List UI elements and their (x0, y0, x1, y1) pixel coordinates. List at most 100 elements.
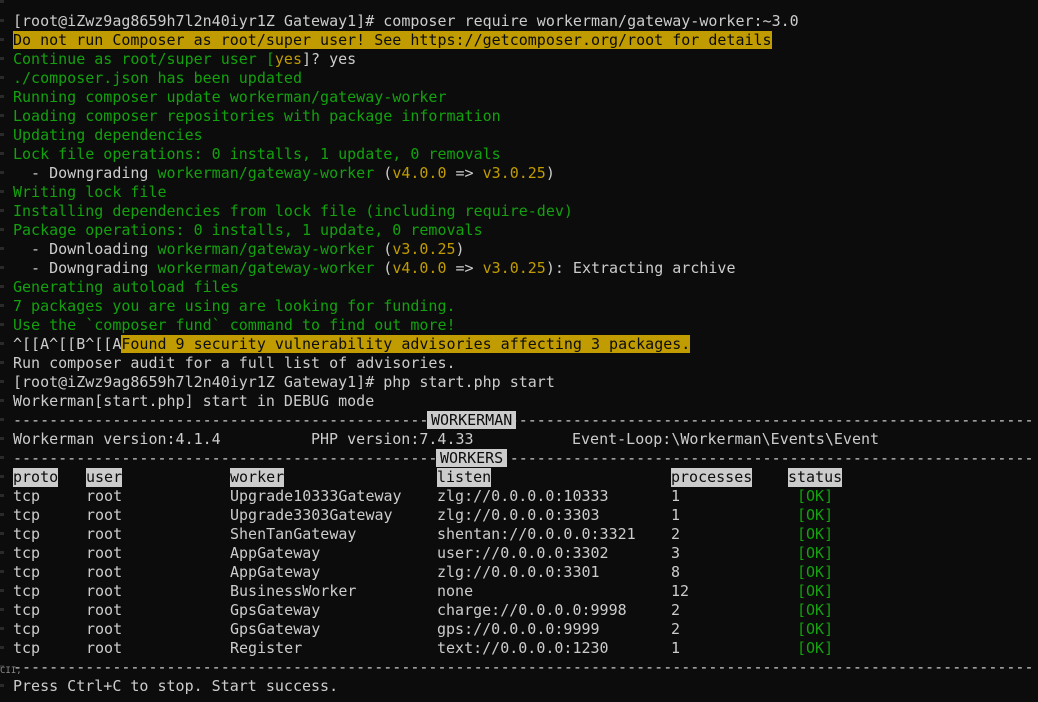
cell-proto: tcp (13, 525, 41, 543)
downgrade-line: - Downgrading workerman/gateway-worker (… (13, 164, 555, 182)
cell-user: root (86, 601, 123, 619)
cell-listen: shentan://0.0.0.0:3321 (437, 525, 636, 543)
log-line: Loading composer repositories with packa… (13, 107, 501, 125)
cell-processes: 3 (671, 544, 681, 562)
cell-worker: Upgrade3303Gateway (230, 506, 393, 524)
cell-status: [OK] (797, 563, 834, 581)
cell-listen: charge://0.0.0.0:9998 (437, 601, 627, 619)
cell-proto: tcp (13, 582, 41, 600)
cell-user: root (86, 506, 123, 524)
terminal-output[interactable]: [root@iZwz9ag8659h7l2n40iyr1Z Gateway1]#… (13, 12, 1033, 696)
workers-section-label: WORKERS (436, 449, 508, 467)
cell-worker: ShenTanGateway (230, 525, 357, 543)
table-row: tcp root GpsGateway gps://0.0.0.0:9999 2 [OK] (13, 620, 1033, 639)
cell-status: [OK] (797, 639, 834, 657)
shell-prompt-command: [root@iZwz9ag8659h7l2n40iyr1Z Gateway1]#… (13, 12, 799, 30)
cell-processes: 2 (671, 620, 681, 638)
default-answer: yes (274, 50, 302, 68)
cell-processes: 1 (671, 487, 681, 505)
cell-processes: 8 (671, 563, 681, 581)
table-row: tcp root ShenTanGateway shentan://0.0.0.0:3… (13, 525, 1033, 544)
col-processes-header: processes (671, 468, 753, 487)
continue-prompt: Continue as root/super user [yes]? yes (13, 50, 357, 68)
col-listen-header: listen (437, 468, 492, 487)
cell-user: root (86, 639, 123, 657)
version-line: Workerman version:4.1.4 PHP version:7.4.… (13, 430, 1033, 449)
cell-user: root (86, 620, 123, 638)
log-line: ./composer.json has been updated (13, 69, 302, 87)
cell-processes: 1 (671, 639, 681, 657)
cell-listen: gps://0.0.0.0:9999 (437, 620, 600, 638)
cell-worker: AppGateway (230, 544, 321, 562)
scrollback-gutter (0, 0, 4, 702)
table-bottom-separator: ----------------------------------------… (13, 658, 1033, 676)
workerman-section-label: WORKERMAN (427, 411, 517, 429)
cell-user: root (86, 563, 123, 581)
event-loop: Event-Loop:\Workerman\Events\Event (572, 430, 880, 448)
cell-proto: tcp (13, 601, 41, 619)
cell-worker: GpsGateway (230, 620, 321, 638)
col-status-header: status (788, 468, 843, 487)
col-proto-header: proto (13, 468, 59, 487)
log-line: Package operations: 0 installs, 1 update… (13, 221, 483, 239)
cell-listen: zlg://0.0.0.0:10333 (437, 487, 609, 505)
col-user-header: user (86, 468, 123, 487)
cell-worker: Upgrade10333Gateway (230, 487, 402, 505)
cell-user: root (86, 544, 123, 562)
cell-processes: 12 (671, 582, 690, 600)
log-line: Lock file operations: 0 installs, 1 upda… (13, 145, 501, 163)
table-header: proto user worker listen processes statu… (13, 468, 1033, 487)
workerman-separator: ----------------------------------------… (13, 411, 1033, 430)
table-row: tcp root Upgrade10333Gateway zlg://0.0.0.0:… (13, 487, 1033, 506)
cell-status: [OK] (797, 544, 834, 562)
cell-processes: 2 (671, 525, 681, 543)
cell-listen: user://0.0.0.0:3302 (437, 544, 609, 562)
cell-worker: GpsGateway (230, 601, 321, 619)
cell-listen: zlg://0.0.0.0:3303 (437, 506, 600, 524)
debug-mode-line: Workerman[start.php] start in DEBUG mode (13, 392, 375, 410)
cell-proto: tcp (13, 506, 41, 524)
php-version: PHP version:7.4.33 (311, 430, 474, 448)
advisory-warning: Found 9 security vulnerability advisorie… (121, 335, 691, 353)
root-warning: Do not run Composer as root/super user! … (13, 31, 772, 49)
cell-worker: AppGateway (230, 563, 321, 581)
table-row: tcp root Register text://0.0.0.0:1230 1 [OK] (13, 639, 1033, 658)
start-success-line: Press Ctrl+C to stop. Start success. (13, 677, 339, 695)
log-line: Running composer update workerman/gatewa… (13, 88, 447, 106)
log-line: Run composer audit for a full list of ad… (13, 354, 456, 372)
log-line: 7 packages you are using are looking for… (13, 297, 456, 315)
log-line: Writing lock file (13, 183, 167, 201)
cell-listen: text://0.0.0.0:1230 (437, 639, 609, 657)
cell-user: root (86, 582, 123, 600)
log-line: Use the `composer fund` command to find … (13, 316, 456, 334)
workerman-version: Workerman version:4.1.4 (13, 430, 221, 448)
cell-status: [OK] (797, 487, 834, 505)
escape-sequence: ^[[A^[[B^[[A (13, 335, 122, 353)
table-row: tcp root GpsGateway charge://0.0.0.0:9998 2 [… (13, 601, 1033, 620)
cell-processes: 1 (671, 506, 681, 524)
cell-status: [OK] (797, 525, 834, 543)
cell-proto: tcp (13, 639, 41, 657)
advisory-line: ^[[A^[[B^[[AFound 9 security vulnerabili… (13, 335, 1033, 354)
cell-proto: tcp (13, 544, 41, 562)
cell-user: root (86, 487, 123, 505)
cell-status: [OK] (797, 506, 834, 524)
table-row: tcp root AppGateway zlg://0.0.0.0:3301 8 [OK] (13, 563, 1033, 582)
cell-status: [OK] (797, 620, 834, 638)
table-row: tcp root Upgrade3303Gateway zlg://0.0.0.0:3… (13, 506, 1033, 525)
log-line: Installing dependencies from lock file (… (13, 202, 573, 220)
cell-worker: BusinessWorker (230, 582, 357, 600)
cell-proto: tcp (13, 620, 41, 638)
col-worker-header: worker (230, 468, 285, 487)
table-row: tcp root BusinessWorker none 12 [OK] (13, 582, 1033, 601)
cell-status: [OK] (797, 582, 834, 600)
extract-line: - Downgrading workerman/gateway-worker (… (13, 259, 736, 277)
shell-prompt-command: [root@iZwz9ag8659h7l2n40iyr1Z Gateway1]#… (13, 373, 555, 391)
cell-user: root (86, 525, 123, 543)
download-line: - Downloading workerman/gateway-worker (… (13, 240, 465, 258)
cell-proto: tcp (13, 487, 41, 505)
cell-listen: zlg://0.0.0.0:3301 (437, 563, 600, 581)
cell-processes: 2 (671, 601, 681, 619)
log-line: Generating autoload files (13, 278, 239, 296)
cell-status: [OK] (797, 601, 834, 619)
